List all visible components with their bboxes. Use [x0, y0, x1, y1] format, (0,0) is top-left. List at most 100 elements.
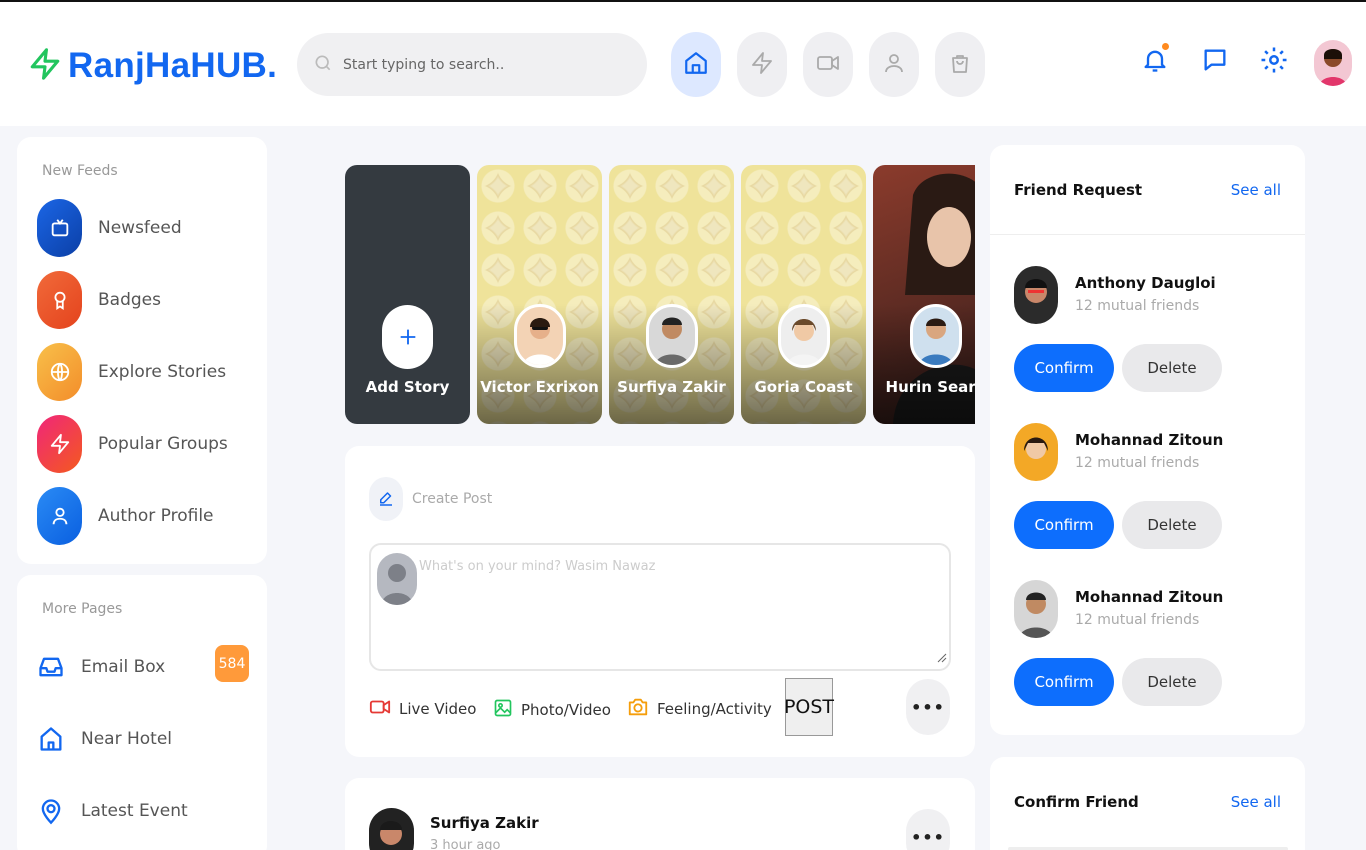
story-card[interactable]: Hurin Seary — [873, 165, 975, 424]
friend-request-item: Anthony Daugloi 12 mutual friends Confir… — [1014, 266, 1294, 406]
create-post-card: Create Post Live Video Photo/Video Feeli… — [345, 446, 975, 757]
image-icon — [493, 696, 513, 724]
feeling-activity-button[interactable]: Feeling/Activity — [627, 696, 772, 722]
confirm-friend-see-all[interactable]: See all — [1231, 793, 1281, 811]
sidebar-item-label: Latest Event — [81, 801, 188, 821]
logo[interactable]: RanjHaHUB. — [28, 42, 277, 90]
settings-button[interactable] — [1259, 44, 1289, 80]
friend-avatar[interactable] — [1014, 266, 1058, 324]
story-name: Victor Exrixon — [480, 378, 599, 396]
email-count-badge: 584 — [215, 645, 249, 682]
lightning-icon — [750, 50, 774, 80]
profile-avatar[interactable] — [1314, 40, 1352, 86]
nav-video-button[interactable] — [803, 32, 853, 97]
live-video-button[interactable]: Live Video — [369, 696, 476, 722]
tv-icon — [37, 199, 82, 257]
notifications-button[interactable] — [1140, 42, 1170, 80]
search-bar[interactable] — [297, 33, 647, 96]
story-name: Surfiya Zakir — [617, 378, 726, 396]
video-icon — [369, 696, 391, 722]
nav-shop-button[interactable] — [935, 32, 985, 97]
sidebar-item-popular-groups[interactable]: Popular Groups — [37, 415, 228, 473]
post-author-name[interactable]: Surfiya Zakir — [430, 814, 539, 832]
more-options-button[interactable]: ••• — [906, 679, 950, 735]
friend-name[interactable]: Mohannad Zitoun — [1075, 431, 1223, 449]
story-name: Goria Coast — [754, 378, 853, 396]
friend-name[interactable]: Mohannad Zitoun — [1075, 588, 1223, 606]
nav-lightning-button[interactable] — [737, 32, 787, 97]
post-author-avatar[interactable] — [369, 808, 414, 850]
friend-request-item: Mohannad Zitoun 12 mutual friends Confir… — [1014, 423, 1294, 563]
friend-avatar[interactable] — [1014, 580, 1058, 638]
confirm-friend-panel: Confirm Friend See all — [990, 757, 1305, 850]
add-story-button[interactable] — [382, 305, 433, 369]
mutual-friends: 12 mutual friends — [1075, 298, 1200, 314]
camera-icon — [627, 696, 649, 722]
delete-button[interactable]: Delete — [1122, 344, 1222, 392]
photo-video-button[interactable]: Photo/Video — [493, 696, 611, 724]
sidebar-item-author-profile[interactable]: Author Profile — [37, 487, 214, 545]
nav-home-button[interactable] — [671, 32, 721, 97]
resize-handle-icon[interactable] — [937, 648, 947, 667]
top-header: RanjHaHUB. — [0, 2, 1366, 126]
post-button[interactable]: POST — [784, 678, 834, 736]
lightning-bolt-icon — [28, 42, 62, 90]
story-card[interactable]: Goria Coast — [741, 165, 866, 424]
friend-request-item: Mohannad Zitoun 12 mutual friends Confir… — [1014, 580, 1294, 720]
live-video-label: Live Video — [399, 700, 477, 718]
settings-gear-icon — [1259, 44, 1289, 80]
home-icon — [35, 722, 67, 756]
inbox-icon — [35, 653, 67, 681]
confirm-button[interactable]: Confirm — [1014, 344, 1114, 392]
sidebar-item-near-hotel[interactable]: Near Hotel — [35, 719, 172, 759]
home-icon — [683, 50, 709, 80]
friend-name[interactable]: Anthony Daugloi — [1075, 274, 1216, 292]
confirm-button[interactable]: Confirm — [1014, 501, 1114, 549]
story-avatar — [514, 304, 566, 368]
post-input-box[interactable] — [369, 543, 951, 671]
post-textarea[interactable] — [419, 559, 939, 659]
more-pages-panel: More Pages Email Box 584 Near Hotel Late… — [17, 575, 267, 850]
sidebar-item-label: Near Hotel — [81, 729, 173, 749]
search-icon — [313, 53, 333, 77]
post-time: 3 hour ago — [430, 838, 501, 850]
friend-avatar[interactable] — [1014, 423, 1058, 481]
sidebar-item-badges[interactable]: Badges — [37, 271, 161, 329]
new-feeds-panel: New Feeds Newsfeed Badges Explore Storie… — [17, 137, 267, 564]
story-card[interactable]: Victor Exrixon — [477, 165, 602, 424]
confirm-friend-title: Confirm Friend — [1014, 793, 1139, 811]
map-pin-icon — [35, 794, 67, 828]
sidebar-item-explore-stories[interactable]: Explore Stories — [37, 343, 226, 401]
sidebar-item-label: Explore Stories — [98, 362, 227, 382]
sidebar-item-label: Popular Groups — [98, 434, 228, 454]
sidebar-item-label: Email Box — [81, 657, 166, 677]
messages-button[interactable] — [1200, 44, 1230, 80]
mutual-friends: 12 mutual friends — [1075, 612, 1200, 628]
search-input[interactable] — [343, 56, 613, 73]
sidebar-item-newsfeed[interactable]: Newsfeed — [37, 199, 182, 257]
edit-pencil-icon[interactable] — [369, 477, 403, 521]
confirm-button[interactable]: Confirm — [1014, 658, 1114, 706]
sidebar-item-latest-event[interactable]: Latest Event — [35, 791, 188, 831]
sidebar-item-label: Author Profile — [98, 506, 214, 526]
delete-button[interactable]: Delete — [1122, 658, 1222, 706]
story-name: Hurin Seary — [885, 378, 975, 396]
story-card[interactable]: Surfiya Zakir — [609, 165, 734, 424]
friend-request-see-all[interactable]: See all — [1231, 181, 1281, 199]
new-feeds-title: New Feeds — [42, 163, 118, 179]
story-avatar — [778, 304, 830, 368]
award-icon — [37, 271, 82, 329]
globe-icon — [37, 343, 82, 401]
post-more-button[interactable]: ••• — [906, 809, 950, 850]
friend-request-title: Friend Request — [1014, 181, 1143, 199]
stories-strip: Add Story Victor Exrixon Surfiya Zakir G… — [345, 165, 975, 425]
sidebar-item-email-box[interactable]: Email Box — [35, 647, 165, 687]
add-story-card[interactable]: Add Story — [345, 165, 470, 424]
delete-button[interactable]: Delete — [1122, 501, 1222, 549]
shopping-bag-icon — [948, 50, 972, 80]
user-icon — [37, 487, 82, 545]
brand-name: RanjHaHUB. — [68, 46, 278, 85]
chat-icon — [1201, 44, 1229, 80]
photo-video-label: Photo/Video — [521, 701, 611, 719]
nav-user-button[interactable] — [869, 32, 919, 97]
